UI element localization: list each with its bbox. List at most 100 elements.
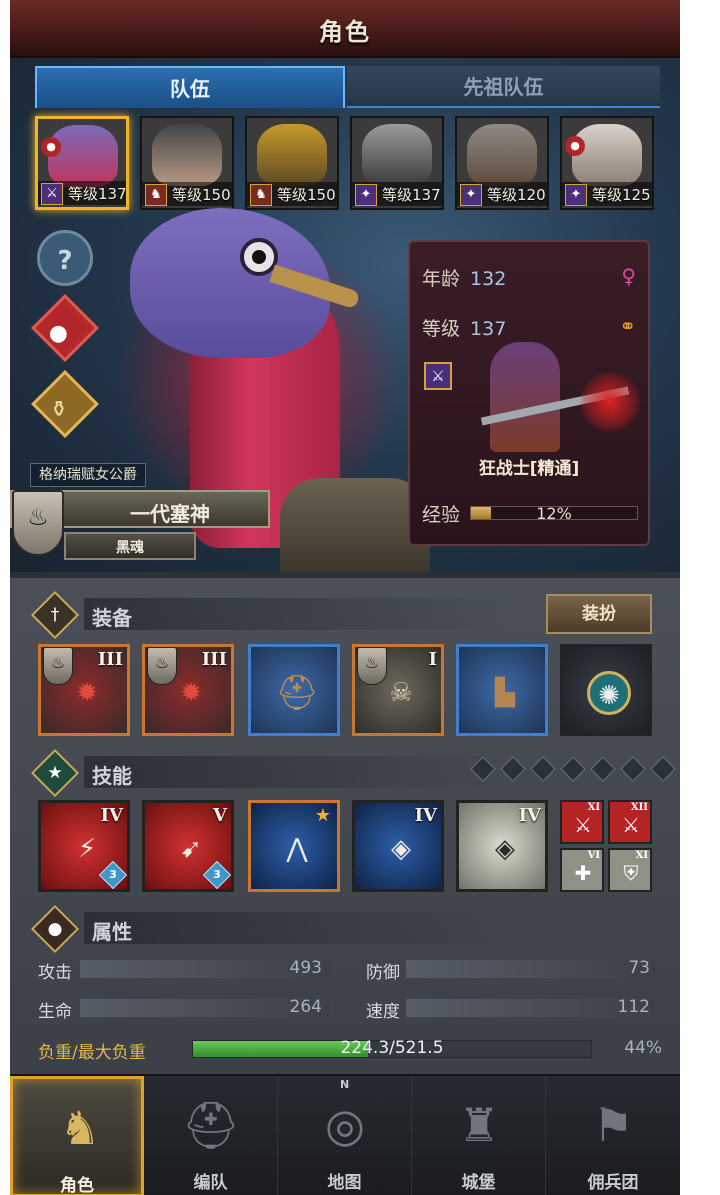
- soul-label: 黑魂: [116, 540, 144, 556]
- nav-character[interactable]: ♞ 角色: [10, 1076, 144, 1195]
- speed-value: 112: [617, 997, 650, 1017]
- defense-label: 防御: [366, 963, 400, 983]
- skill-pip: [500, 756, 526, 782]
- skill-pip: [590, 756, 616, 782]
- skill-slot-3[interactable]: ⋀ ★: [248, 800, 340, 892]
- flame-badge-icon: ♨: [147, 647, 177, 685]
- helmet-icon: ⛑: [181, 1098, 241, 1152]
- skill-pip: [620, 756, 646, 782]
- roster-member-5[interactable]: ✦ 等级120: [455, 116, 549, 210]
- equip-slot-helmet[interactable]: ⛑: [248, 644, 340, 736]
- nav-label: 佣兵团: [587, 1173, 639, 1193]
- portrait: [48, 125, 118, 187]
- passive-skill-2[interactable]: ⚔ XII: [608, 800, 652, 844]
- member-level: 等级137: [382, 186, 441, 204]
- skill-slot-2[interactable]: ➹ V 3: [142, 800, 234, 892]
- info-card: 年龄 132 ♀ 等级 137 ⚭ ⚔ 狂战士[精通] 经验 12%: [408, 240, 650, 546]
- staff-icon: ✦: [355, 184, 377, 206]
- nav-formation[interactable]: ⛑ 编队: [144, 1076, 278, 1195]
- rings-icon[interactable]: ⚭: [619, 314, 636, 338]
- title-bar: 角色: [10, 0, 680, 58]
- staff-icon: ✦: [565, 184, 587, 206]
- skill-slot-1[interactable]: ⚡ IV 3: [38, 800, 130, 892]
- soul-bar: 黑魂: [64, 532, 196, 560]
- item-tier: I: [428, 649, 437, 670]
- item-tier: III: [97, 649, 123, 670]
- knight-icon: ♞: [59, 1101, 101, 1155]
- roster: ● ⚔ 等级137 ♞ 等级150 ♞ 等级150 ✦ 等级137 ✦ 等级12…: [35, 116, 660, 212]
- help-icon[interactable]: ?: [37, 230, 93, 286]
- castle-icon: ♜: [458, 1098, 500, 1152]
- roster-member-2[interactable]: ♞ 等级150: [140, 116, 234, 210]
- passive-skill-1[interactable]: ⚔ XI: [560, 800, 604, 844]
- passive-tier: VI: [587, 850, 600, 861]
- member-level: 等级120: [487, 186, 546, 204]
- header-shade: [84, 912, 504, 944]
- sword-icon: ⚔: [424, 362, 452, 390]
- level-row: 等级 137: [422, 314, 506, 341]
- claw-skill-icon: ⋀: [286, 834, 308, 864]
- charge-skill-icon: ➹: [180, 834, 202, 864]
- header-shade: [84, 756, 504, 788]
- roster-member-3[interactable]: ♞ 等级150: [245, 116, 339, 210]
- dress-up-button[interactable]: 装扮: [546, 594, 652, 634]
- age-row: 年龄 132: [422, 264, 506, 291]
- roster-member-4[interactable]: ✦ 等级137: [350, 116, 444, 210]
- member-level: 等级150: [277, 186, 336, 204]
- skill-sub-level: 3: [213, 868, 221, 881]
- load-text: 224.3/521.5: [340, 1038, 444, 1058]
- attributes-header: ● 属性: [30, 904, 664, 954]
- sword-icon: ⚔: [622, 813, 640, 837]
- passive-tier: XII: [630, 802, 648, 813]
- roster-member-6[interactable]: ● ✦ 等级125: [560, 116, 654, 210]
- skill-slot-4[interactable]: ◈ IV: [352, 800, 444, 892]
- compass-icon: ◎: [324, 1098, 366, 1152]
- equip-slot-boots[interactable]: ▙: [456, 644, 548, 736]
- tab-ancestor-team[interactable]: 先祖队伍: [347, 66, 660, 108]
- skill-tier: IV: [414, 805, 437, 826]
- level-label: 等级: [422, 318, 461, 340]
- skill-pip: [560, 756, 586, 782]
- boots-icon: ▙: [495, 678, 515, 708]
- class-figure: [490, 342, 560, 452]
- passive-tier: XI: [587, 802, 600, 813]
- female-icon: ♀: [621, 264, 636, 288]
- skills-label: 技能: [92, 764, 132, 788]
- hp-label: 生命: [38, 1002, 72, 1022]
- skill-tier: V: [213, 805, 227, 826]
- passive-skill-4[interactable]: ⛨ XI: [608, 848, 652, 892]
- weapon-icon: ✹: [76, 678, 98, 708]
- nav-label: 地图: [327, 1173, 362, 1193]
- tab-team[interactable]: 队伍: [35, 66, 345, 108]
- horse-icon: ♞: [145, 184, 167, 206]
- equip-slot-weapon-2[interactable]: ✹ ♨ III: [142, 644, 234, 736]
- roster-member-1[interactable]: ● ⚔ 等级137: [35, 116, 129, 210]
- helmet-icon: ⛑: [275, 673, 319, 713]
- person-emblem-icon: ●: [30, 904, 80, 954]
- status-icon: ●: [565, 136, 585, 156]
- skill-slot-5[interactable]: ◈ IV: [456, 800, 548, 892]
- item-tier: III: [201, 649, 227, 670]
- staff-icon: ✦: [460, 184, 482, 206]
- equip-slot-armor[interactable]: ☠ ♨ I: [352, 644, 444, 736]
- member-level: 等级125: [592, 186, 651, 204]
- weapon-icon: ✹: [180, 678, 202, 708]
- nav-mercenaries[interactable]: ⚑ 佣兵团: [546, 1076, 680, 1195]
- portrait: [572, 124, 642, 186]
- potion-icon[interactable]: ⚱: [31, 370, 99, 438]
- flame-badge-icon: ♨: [43, 647, 73, 685]
- exp-label: 经验: [422, 504, 461, 526]
- portrait: [362, 124, 432, 186]
- equip-slot-amulet[interactable]: ✺: [560, 644, 652, 736]
- cross-icon: ✚: [574, 861, 592, 885]
- equip-slot-weapon-1[interactable]: ✹ ♨ III: [38, 644, 130, 736]
- shield-icon: ⛨: [623, 861, 639, 885]
- skill-pip: [650, 756, 676, 782]
- nav-castle[interactable]: ♜ 城堡: [412, 1076, 546, 1195]
- exp-text: 12%: [536, 504, 572, 523]
- crystal-skill-icon: ◈: [391, 834, 411, 864]
- passive-skill-3[interactable]: ✚ VI: [560, 848, 604, 892]
- traits-icon[interactable]: ●: [31, 294, 99, 362]
- nav-map[interactable]: N ◎ 地图: [278, 1076, 412, 1195]
- character-screen: 角色 队伍 先祖队伍 ● ⚔ 等级137 ♞ 等级150 ♞ 等级150 ✦ 等…: [10, 0, 680, 1195]
